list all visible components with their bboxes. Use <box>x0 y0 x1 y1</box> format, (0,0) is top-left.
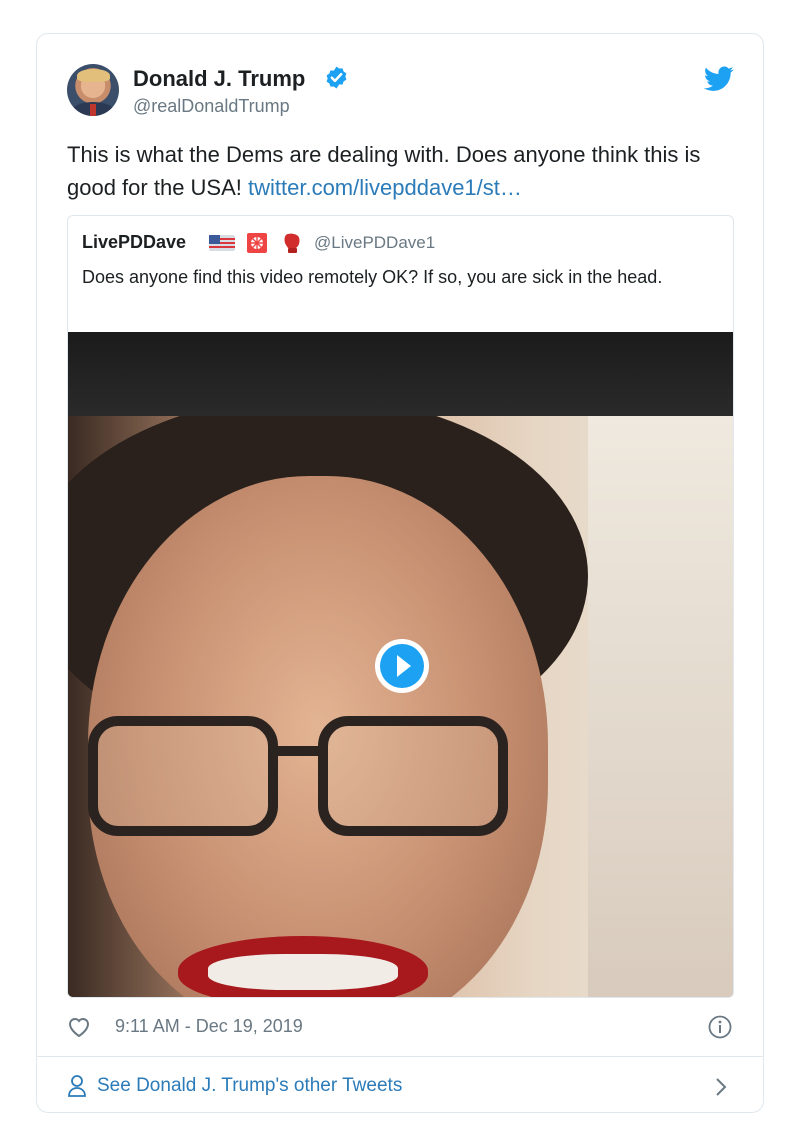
see-other-tweets-label[interactable]: See Donald J. Trump's other Tweets <box>97 1075 402 1097</box>
quoted-video[interactable] <box>68 332 733 997</box>
video-background <box>588 416 733 997</box>
embedded-tweet-card: Donald J. Trump @realDonaldTrump This is… <box>36 33 764 1113</box>
twitter-bird-icon[interactable] <box>704 66 734 92</box>
video-frame <box>68 416 733 997</box>
see-other-tweets-link[interactable]: See Donald J. Trump's other Tweets <box>67 1072 737 1102</box>
quoted-author-name[interactable]: LivePDDave <box>82 232 186 253</box>
police-light-icon <box>247 233 267 253</box>
boxing-glove-icon <box>284 233 300 253</box>
quoted-tweet-text: Does anyone find this video remotely OK?… <box>82 267 663 287</box>
author-avatar[interactable] <box>67 64 119 116</box>
us-flag-icon <box>209 235 235 251</box>
footer-divider <box>37 1056 763 1057</box>
tweet-text: This is what the Dems are dealing with. … <box>67 138 737 204</box>
chevron-right-icon <box>716 1078 727 1096</box>
quoted-author-handle[interactable]: @LivePDDave1 <box>314 233 435 253</box>
info-icon[interactable] <box>708 1015 732 1039</box>
video-top-band <box>68 332 733 416</box>
avatar-hair <box>77 69 110 82</box>
video-teeth <box>208 954 398 990</box>
play-button-icon[interactable] <box>373 637 431 695</box>
tweet-link[interactable]: twitter.com/livepddave1/st… <box>248 175 522 200</box>
video-glasses-bridge <box>278 746 318 756</box>
author-name[interactable]: Donald J. Trump <box>133 66 305 92</box>
person-icon <box>68 1075 86 1097</box>
video-glasses-right <box>318 716 508 836</box>
avatar-tie <box>90 104 96 116</box>
author-handle[interactable]: @realDonaldTrump <box>133 96 290 117</box>
heart-icon[interactable] <box>67 1016 91 1038</box>
quoted-tweet[interactable]: LivePDDave @LivePDDave1 Does anyone find… <box>67 215 734 998</box>
tweet-timestamp[interactable]: 9:11 AM - Dec 19, 2019 <box>115 1016 303 1037</box>
video-glasses-left <box>88 716 278 836</box>
verified-badge-icon <box>326 66 347 89</box>
